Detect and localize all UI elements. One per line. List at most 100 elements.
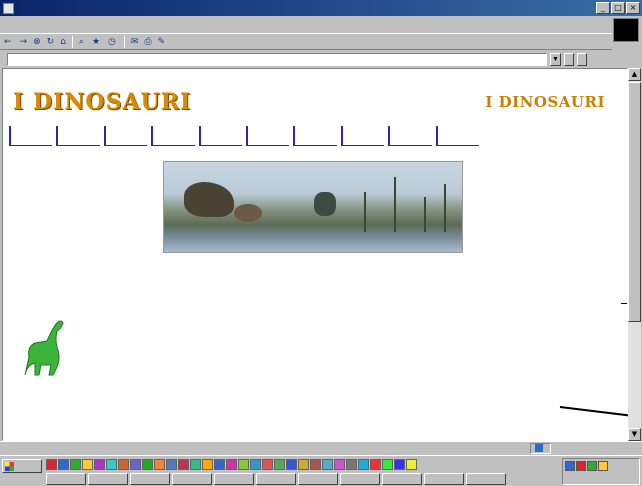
nav-link[interactable] [340, 126, 385, 146]
quick-launch-icon[interactable] [370, 459, 381, 470]
quick-launch-icon[interactable] [322, 459, 333, 470]
close-button[interactable]: × [626, 2, 640, 14]
print-button[interactable]: ⎙ [144, 37, 151, 47]
nav-link[interactable] [9, 126, 53, 146]
quick-launch-icon[interactable] [382, 459, 393, 470]
nav-link[interactable] [103, 126, 148, 146]
quick-launch-icon[interactable] [166, 459, 177, 470]
globe-icon [535, 444, 543, 452]
nav-link[interactable] [293, 126, 337, 146]
back-arrow-icon: ← [4, 36, 12, 47]
tray-icon[interactable] [576, 461, 586, 471]
scrollbar-thumb[interactable] [628, 82, 641, 322]
task-list [46, 473, 506, 485]
forward-button[interactable]: → [20, 37, 28, 47]
article-line [11, 363, 481, 374]
search-button[interactable]: ⌕ [79, 37, 86, 47]
quick-launch-icon[interactable] [82, 459, 93, 470]
tray-icon[interactable] [598, 461, 608, 471]
quick-launch-icon[interactable] [106, 459, 117, 470]
task-button[interactable] [298, 473, 338, 485]
maximize-button[interactable]: □ [611, 2, 625, 14]
quick-launch-icon[interactable] [202, 459, 213, 470]
home-button[interactable]: ⌂ [60, 37, 66, 47]
quick-launch-icon[interactable] [214, 459, 225, 470]
task-button[interactable] [130, 473, 170, 485]
article-line [11, 278, 481, 289]
refresh-button[interactable]: ↻ [47, 37, 55, 47]
article-line [11, 268, 481, 279]
annotation-mark [621, 303, 627, 304]
tray-icon[interactable] [587, 461, 597, 471]
scroll-up-arrow-icon[interactable]: ▲ [628, 68, 641, 81]
quick-launch-icon[interactable] [358, 459, 369, 470]
task-button[interactable] [340, 473, 380, 485]
quick-launch-icon[interactable] [118, 459, 129, 470]
nav-link[interactable] [388, 126, 432, 146]
quick-launch-icon[interactable] [58, 459, 69, 470]
quick-launch-icon[interactable] [310, 459, 321, 470]
quick-launch-icon[interactable] [142, 459, 153, 470]
go-button[interactable] [564, 52, 574, 66]
task-button[interactable] [382, 473, 422, 485]
stop-button[interactable]: ⊗ [33, 37, 41, 47]
quick-launch-icon[interactable] [130, 459, 141, 470]
favorites-button[interactable]: ★ [92, 37, 102, 47]
tray-icon[interactable] [565, 461, 575, 471]
address-input[interactable] [7, 52, 547, 66]
window-controls: _ □ × [596, 2, 640, 14]
article-body [11, 257, 481, 405]
title-bar[interactable]: _ □ × [0, 0, 642, 16]
quick-launch-icon[interactable] [250, 459, 261, 470]
nav-link[interactable] [435, 126, 480, 146]
edit-button[interactable]: ✎ [158, 37, 166, 47]
stop-icon: ⊗ [33, 36, 41, 47]
mail-button[interactable]: ✉ [131, 37, 139, 47]
quick-launch-icon[interactable] [286, 459, 297, 470]
nav-link[interactable] [151, 126, 195, 146]
quick-launch-icon[interactable] [70, 459, 81, 470]
scroll-down-arrow-icon[interactable]: ▼ [628, 428, 641, 441]
quick-launch-icon[interactable] [262, 459, 273, 470]
article-line [11, 257, 481, 268]
task-button[interactable] [214, 473, 254, 485]
system-tray [562, 458, 640, 485]
browser-app-icon[interactable] [3, 2, 14, 14]
back-button[interactable]: ← [4, 37, 14, 47]
quick-launch-icon[interactable] [178, 459, 189, 470]
task-button[interactable] [88, 473, 128, 485]
quick-launch-icon[interactable] [394, 459, 405, 470]
task-button[interactable] [424, 473, 464, 485]
nav-link[interactable] [56, 126, 100, 146]
quick-launch-icon[interactable] [46, 459, 57, 470]
article-line [11, 299, 481, 310]
start-button[interactable] [2, 459, 42, 473]
status-bar [0, 441, 642, 454]
address-dropdown-chevron-icon[interactable]: ▼ [550, 52, 561, 66]
vertical-scrollbar[interactable]: ▲ ▼ [628, 68, 641, 441]
minimize-button[interactable]: _ [596, 2, 610, 14]
page-viewport[interactable]: I DINOSAURI I DINOSAURI [2, 68, 628, 441]
quick-launch-icon[interactable] [298, 459, 309, 470]
history-button[interactable]: ◷ [108, 37, 118, 47]
quick-launch-icon[interactable] [94, 459, 105, 470]
site-logo[interactable]: I DINOSAURI [13, 89, 191, 115]
quick-launch-icon[interactable] [334, 459, 345, 470]
task-button[interactable] [466, 473, 506, 485]
links-button[interactable] [577, 52, 587, 66]
quick-launch-icon[interactable] [190, 459, 201, 470]
quick-launch-icon[interactable] [406, 459, 417, 470]
tree [364, 192, 366, 232]
task-button[interactable] [256, 473, 296, 485]
quick-launch-icon[interactable] [346, 459, 357, 470]
quick-launch-icon[interactable] [154, 459, 165, 470]
quick-launch-icon[interactable] [238, 459, 249, 470]
green-dinosaur-icon [24, 320, 64, 376]
task-button[interactable] [46, 473, 86, 485]
tree [444, 184, 446, 232]
nav-link[interactable] [198, 126, 243, 146]
quick-launch-icon[interactable] [274, 459, 285, 470]
quick-launch-icon[interactable] [226, 459, 237, 470]
task-button[interactable] [172, 473, 212, 485]
nav-link[interactable] [246, 126, 290, 146]
